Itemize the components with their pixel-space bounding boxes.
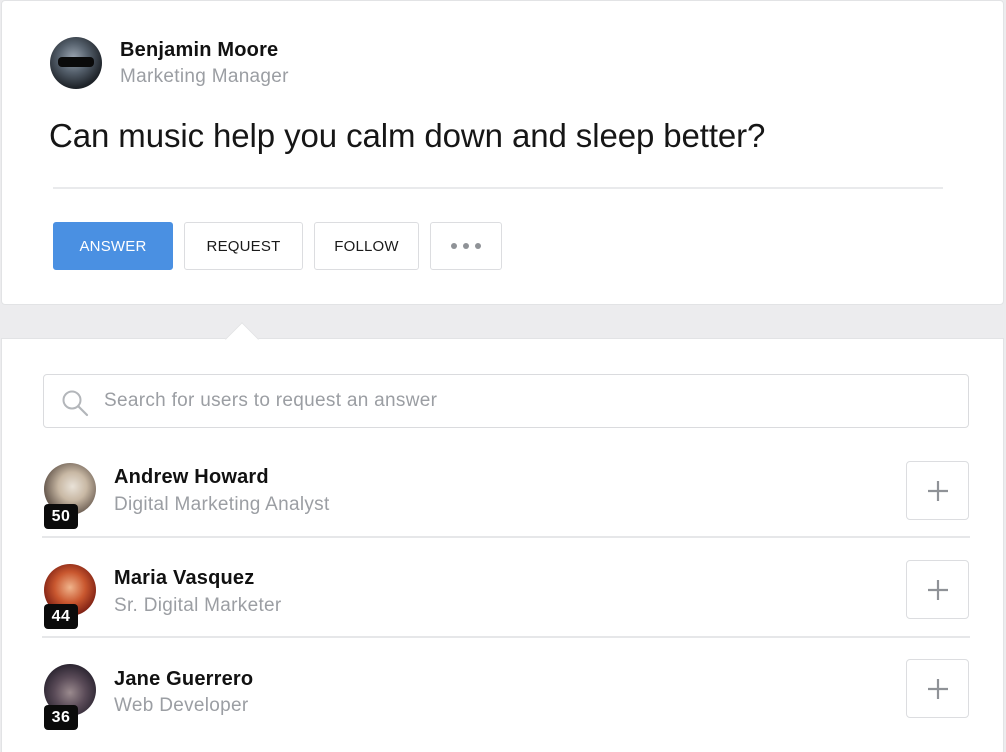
list-item: 50 Andrew Howard Digital Marketing Analy… <box>42 438 970 538</box>
list-item: 36 Jane Guerrero Web Developer <box>43 638 969 738</box>
user-name[interactable]: Maria Vasquez <box>114 565 254 591</box>
add-user-button[interactable] <box>906 560 969 619</box>
search-input[interactable] <box>104 375 954 427</box>
more-horizontal-icon-dot <box>475 243 481 249</box>
user-role: Sr. Digital Marketer <box>114 595 282 616</box>
user-search <box>43 374 969 428</box>
question-actions: ANSWER REQUEST FOLLOW <box>53 222 513 270</box>
add-user-button[interactable] <box>906 461 969 520</box>
add-user-button[interactable] <box>906 659 969 718</box>
question-card: Benjamin Moore Marketing Manager Can mus… <box>1 0 1004 305</box>
user-role: Digital Marketing Analyst <box>114 494 330 515</box>
request-button[interactable]: REQUEST <box>184 222 303 270</box>
user-role: Web Developer <box>114 695 249 716</box>
author-avatar[interactable] <box>50 37 102 89</box>
list-item: 44 Maria Vasquez Sr. Digital Marketer <box>42 538 970 638</box>
divider <box>53 187 943 189</box>
plus-icon <box>928 580 948 600</box>
author-name[interactable]: Benjamin Moore <box>120 36 289 64</box>
search-icon <box>62 390 89 417</box>
user-name[interactable]: Jane Guerrero <box>114 666 253 692</box>
score-badge: 36 <box>44 705 78 730</box>
more-horizontal-icon <box>451 243 457 249</box>
follow-button[interactable]: FOLLOW <box>314 222 419 270</box>
question-author: Benjamin Moore Marketing Manager <box>50 36 289 90</box>
more-button[interactable] <box>430 222 502 270</box>
answer-button[interactable]: ANSWER <box>53 222 173 270</box>
plus-icon <box>928 481 948 501</box>
plus-icon <box>928 679 948 699</box>
score-badge: 50 <box>44 504 78 529</box>
author-role: Marketing Manager <box>120 66 289 87</box>
question-title: Can music help you calm down and sleep b… <box>49 117 766 154</box>
more-horizontal-icon-dot <box>463 243 469 249</box>
score-badge: 44 <box>44 604 78 629</box>
user-name[interactable]: Andrew Howard <box>114 464 269 490</box>
